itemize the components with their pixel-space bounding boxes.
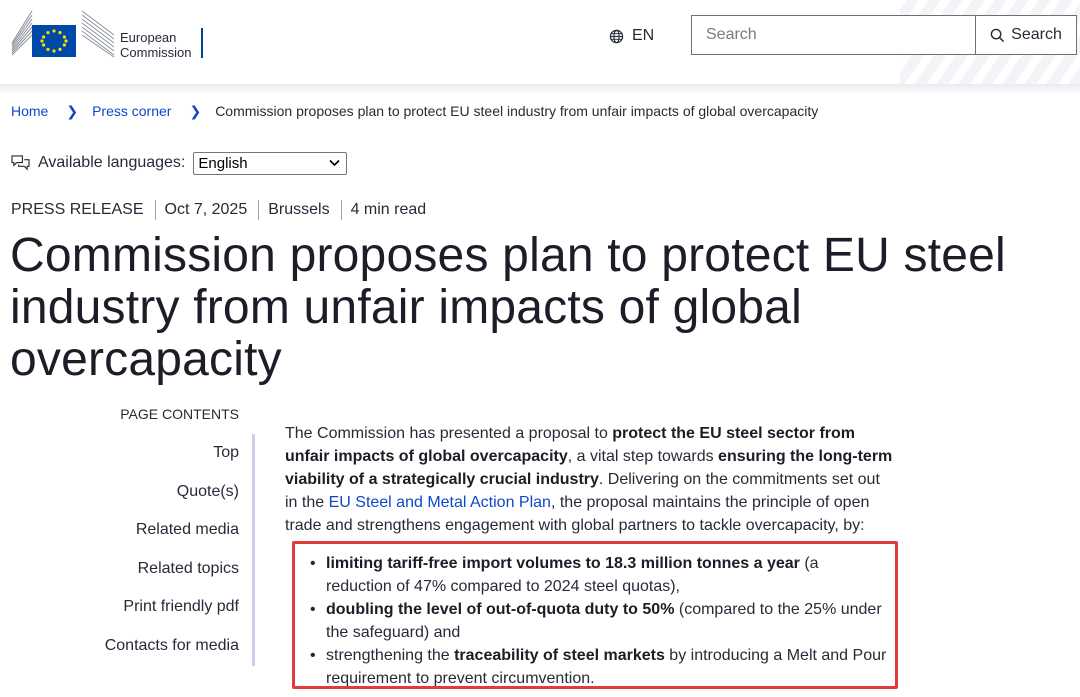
language-select[interactable]: English (193, 151, 348, 175)
globe-icon (609, 29, 624, 43)
meta-place: Brussels (268, 201, 330, 218)
toc-item-quotes[interactable]: Quote(s) (177, 483, 239, 501)
chevron-right-icon: ❯ (189, 102, 202, 119)
meta-divider (258, 200, 260, 220)
speech-bubbles-icon (11, 154, 30, 171)
logo-line-2: Commission (120, 45, 192, 60)
page-contents-nav: Top Quote(s) Related media Related topic… (60, 434, 239, 666)
bullet-bold: limiting tariff-free import volumes to 1… (326, 555, 800, 572)
intro-text: The Commission has presented a proposal … (285, 425, 613, 442)
meta-divider (340, 200, 342, 220)
search-button[interactable]: Search (975, 15, 1077, 55)
search-input[interactable] (691, 15, 975, 55)
toc-item-related-media[interactable]: Related media (136, 521, 239, 539)
language-switcher[interactable]: EN (609, 25, 654, 47)
highlighted-measures: limiting tariff-free import volumes to 1… (292, 541, 898, 689)
breadcrumb-home[interactable]: Home (11, 103, 48, 119)
toc-item-contacts[interactable]: Contacts for media (105, 637, 239, 655)
toc-item-related-topics[interactable]: Related topics (138, 560, 239, 578)
breadcrumb-press-corner[interactable]: Press corner (92, 103, 171, 119)
meta-date: Oct 7, 2025 (164, 201, 248, 218)
page-contents-scroll-indicator (252, 434, 255, 666)
intro-paragraph: The Commission has presented a proposal … (285, 422, 895, 537)
toc-item-print-pdf[interactable]: Print friendly pdf (123, 598, 239, 616)
meta-read-time: 4 min read (350, 201, 427, 218)
article-meta: PRESS RELEASE Oct 7, 2025 Brussels 4 min… (11, 199, 426, 221)
available-languages: Available languages: English (11, 150, 348, 176)
bullet-bold: traceability of steel markets (454, 647, 665, 664)
intro-text: , a vital step towards (567, 448, 719, 465)
site-header: European Commission EN Search (0, 0, 1080, 84)
chevron-right-icon: ❯ (66, 102, 79, 119)
logo-divider (201, 28, 203, 58)
language-code: EN (632, 27, 655, 44)
search-button-label: Search (1011, 26, 1062, 43)
bullet-text: strengthening the (326, 647, 455, 664)
logo-line-1: European (120, 30, 177, 45)
page-title: Commission proposes plan to protect EU s… (10, 229, 1006, 386)
list-item: doubling the level of out-of-quota duty … (308, 598, 888, 644)
meta-type: PRESS RELEASE (11, 201, 144, 218)
page-contents-heading: PAGE CONTENTS (120, 406, 239, 422)
language-select-value: English (198, 154, 248, 172)
action-plan-link[interactable]: EU Steel and Metal Action Plan (329, 494, 551, 511)
search-icon (990, 28, 1005, 42)
breadcrumb-current: Commission proposes plan to protect EU s… (215, 103, 819, 119)
meta-divider (154, 200, 156, 220)
header-shadow (0, 84, 1080, 94)
list-item: strengthening the traceability of steel … (308, 644, 888, 686)
measures-list: limiting tariff-free import volumes to 1… (308, 552, 888, 686)
languages-label: Available languages: (38, 154, 186, 171)
toc-item-top[interactable]: Top (213, 444, 239, 462)
breadcrumb: Home ❯ Press corner ❯ Commission propose… (11, 101, 818, 121)
logo-text: European Commission (120, 30, 192, 60)
chevron-down-icon (329, 159, 340, 167)
bullet-bold: doubling the level of out-of-quota duty … (326, 601, 675, 618)
list-item: limiting tariff-free import volumes to 1… (308, 552, 888, 598)
